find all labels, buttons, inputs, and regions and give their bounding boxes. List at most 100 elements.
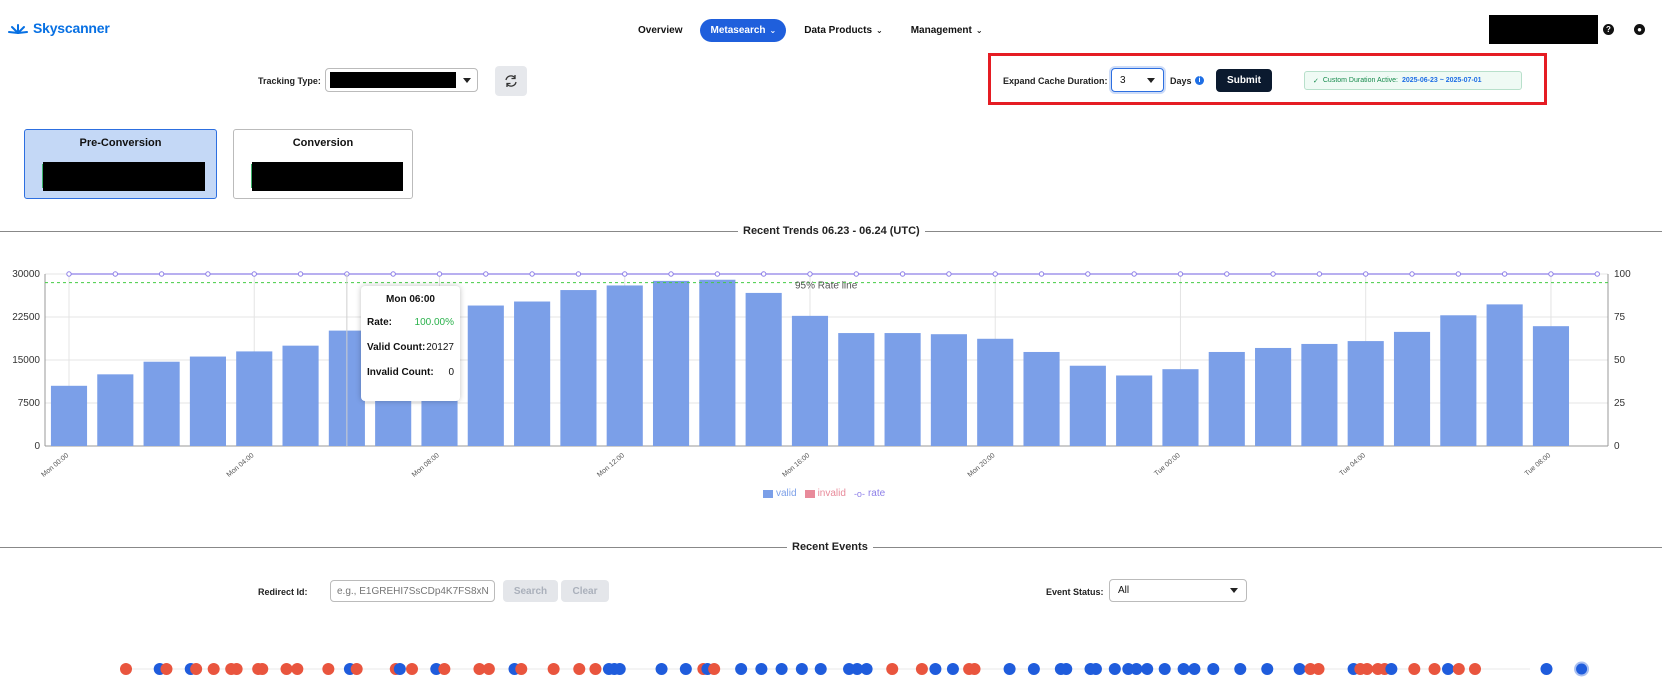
event-status-select[interactable]: All	[1109, 579, 1247, 602]
timeline-event-dot[interactable]	[280, 663, 293, 675]
timeline-event-dot[interactable]	[547, 663, 560, 675]
rate-point	[1594, 271, 1600, 277]
timeline-event-dot[interactable]	[438, 663, 451, 675]
timeline-event-dot[interactable]	[1188, 663, 1201, 675]
nav-management[interactable]: Management ⌄	[901, 19, 993, 42]
timeline-event-dot[interactable]	[679, 663, 692, 675]
bar-valid	[467, 305, 504, 446]
timeline-event-dot[interactable]	[291, 663, 304, 675]
timeline-event-dot[interactable]	[1361, 663, 1374, 675]
timeline-event-dot[interactable]	[1027, 663, 1040, 675]
timeline-event-dot[interactable]	[795, 663, 808, 675]
timeline-event-dot[interactable]	[1207, 663, 1220, 675]
days-label: Days	[1170, 76, 1192, 86]
pre-conversion-card[interactable]: Pre-Conversion	[24, 129, 217, 199]
redirect-id-input[interactable]	[330, 580, 495, 602]
timeline-event-dot[interactable]	[482, 663, 495, 675]
bar-valid	[1486, 304, 1523, 446]
timeline-event-dot[interactable]	[230, 663, 243, 675]
timeline-event-dot[interactable]	[1540, 663, 1553, 675]
timeline-event-dot[interactable]	[393, 663, 406, 675]
timeline-event-dot[interactable]	[1574, 661, 1590, 677]
tooltip-invalid-label: Invalid Count:	[367, 367, 434, 378]
timeline-event-dot[interactable]	[735, 663, 748, 675]
timeline-event-dot[interactable]	[1469, 663, 1481, 675]
timeline-event-dot[interactable]	[405, 663, 418, 675]
timeline-event-dot[interactable]	[1141, 663, 1154, 675]
y-left-tick-label: 15000	[12, 355, 40, 366]
timeline-event-dot[interactable]	[1293, 663, 1306, 675]
y-left-tick-label: 30000	[12, 269, 40, 280]
nav-management-label: Management	[910, 25, 972, 36]
refresh-button[interactable]	[495, 66, 527, 96]
rate-point	[1501, 271, 1508, 277]
timeline-event-dot[interactable]	[1003, 663, 1016, 675]
timeline-event-dot[interactable]	[190, 663, 203, 675]
tracking-type-select[interactable]	[325, 68, 478, 92]
timeline-event-dot[interactable]	[1158, 663, 1171, 675]
question-icon[interactable]: ?	[1603, 24, 1614, 35]
timeline-event-dot[interactable]	[1234, 663, 1247, 675]
timeline-event-dot[interactable]	[860, 663, 873, 675]
timeline-event-dot[interactable]	[515, 663, 528, 675]
timeline-event-dot[interactable]	[1442, 663, 1455, 675]
cache-duration-value: 3	[1120, 74, 1126, 86]
timeline-event-dot[interactable]	[929, 663, 942, 675]
y-left-tick-label: 0	[34, 441, 40, 452]
timeline-event-dot[interactable]	[655, 663, 668, 675]
timeline-event-dot[interactable]	[1408, 663, 1421, 675]
rate-point	[1455, 271, 1462, 277]
nav-overview[interactable]: Overview	[628, 19, 692, 42]
conversion-card[interactable]: Conversion	[233, 129, 413, 199]
nav-data-products[interactable]: Data Products ⌄	[794, 19, 893, 42]
timeline-event-dot[interactable]	[755, 663, 768, 675]
x-tick-label: Tue 04:00	[1339, 452, 1368, 478]
timeline-event-dot[interactable]	[120, 663, 132, 675]
legend-swatch	[763, 489, 773, 498]
timeline-event-dot[interactable]	[1428, 663, 1441, 675]
legend-rate[interactable]: -o-rate	[854, 488, 885, 499]
timeline-event-dot[interactable]	[322, 663, 335, 675]
timeline-event-dot[interactable]	[1060, 663, 1073, 675]
submit-button[interactable]: Submit	[1216, 69, 1272, 92]
timeline-event-dot[interactable]	[946, 663, 959, 675]
tooltip-title: Mon 06:00	[386, 294, 435, 305]
cache-duration-label: Expand Cache Duration:	[1003, 76, 1108, 86]
search-button[interactable]: Search	[503, 580, 558, 602]
rate-point	[668, 271, 674, 277]
timeline-event-dot[interactable]	[207, 663, 220, 675]
timeline-event-dot[interactable]	[1261, 663, 1274, 675]
skyscanner-logo[interactable]: Skyscanner	[8, 20, 110, 36]
timeline-event-dot[interactable]	[160, 663, 173, 675]
card-title: Conversion	[292, 137, 354, 149]
timeline-event-dot[interactable]	[1130, 663, 1143, 675]
timeline-event-dot[interactable]	[256, 663, 269, 675]
timeline-event-dot[interactable]	[915, 663, 928, 675]
timeline-event-dot[interactable]	[775, 663, 788, 675]
timeline-event-dot[interactable]	[350, 663, 363, 675]
timeline-event-dot[interactable]	[1089, 663, 1102, 675]
timeline-event-dot[interactable]	[1452, 663, 1465, 675]
clear-button[interactable]: Clear	[561, 580, 609, 602]
legend-invalid[interactable]: invalid	[804, 488, 846, 499]
timeline-event-dot[interactable]	[886, 663, 899, 675]
nav-metasearch[interactable]: Metasearch ⌄	[700, 19, 787, 42]
user-icon[interactable]: ●	[1634, 24, 1645, 35]
timeline-event-dot[interactable]	[1385, 663, 1398, 675]
cache-duration-select[interactable]: 3	[1111, 68, 1164, 92]
tooltip-valid-label: Valid Count:	[367, 342, 426, 353]
timeline-event-dot[interactable]	[1108, 663, 1121, 675]
timeline-event-dot[interactable]	[589, 663, 602, 675]
timeline-event-dot[interactable]	[968, 663, 981, 675]
info-icon[interactable]: i	[1195, 76, 1204, 85]
timeline-event-dot[interactable]	[1312, 663, 1325, 675]
timeline-event-dot[interactable]	[708, 663, 721, 675]
y-left-tick-label: 7500	[18, 398, 41, 409]
timeline-event-dot[interactable]	[1177, 663, 1190, 675]
timeline-event-dot[interactable]	[814, 663, 827, 675]
timeline-event-dot[interactable]	[573, 663, 586, 675]
rate-point	[899, 271, 906, 277]
y-left-tick-label: 22500	[12, 312, 40, 323]
timeline-event-dot[interactable]	[613, 663, 626, 675]
legend-valid[interactable]: valid	[763, 488, 797, 499]
